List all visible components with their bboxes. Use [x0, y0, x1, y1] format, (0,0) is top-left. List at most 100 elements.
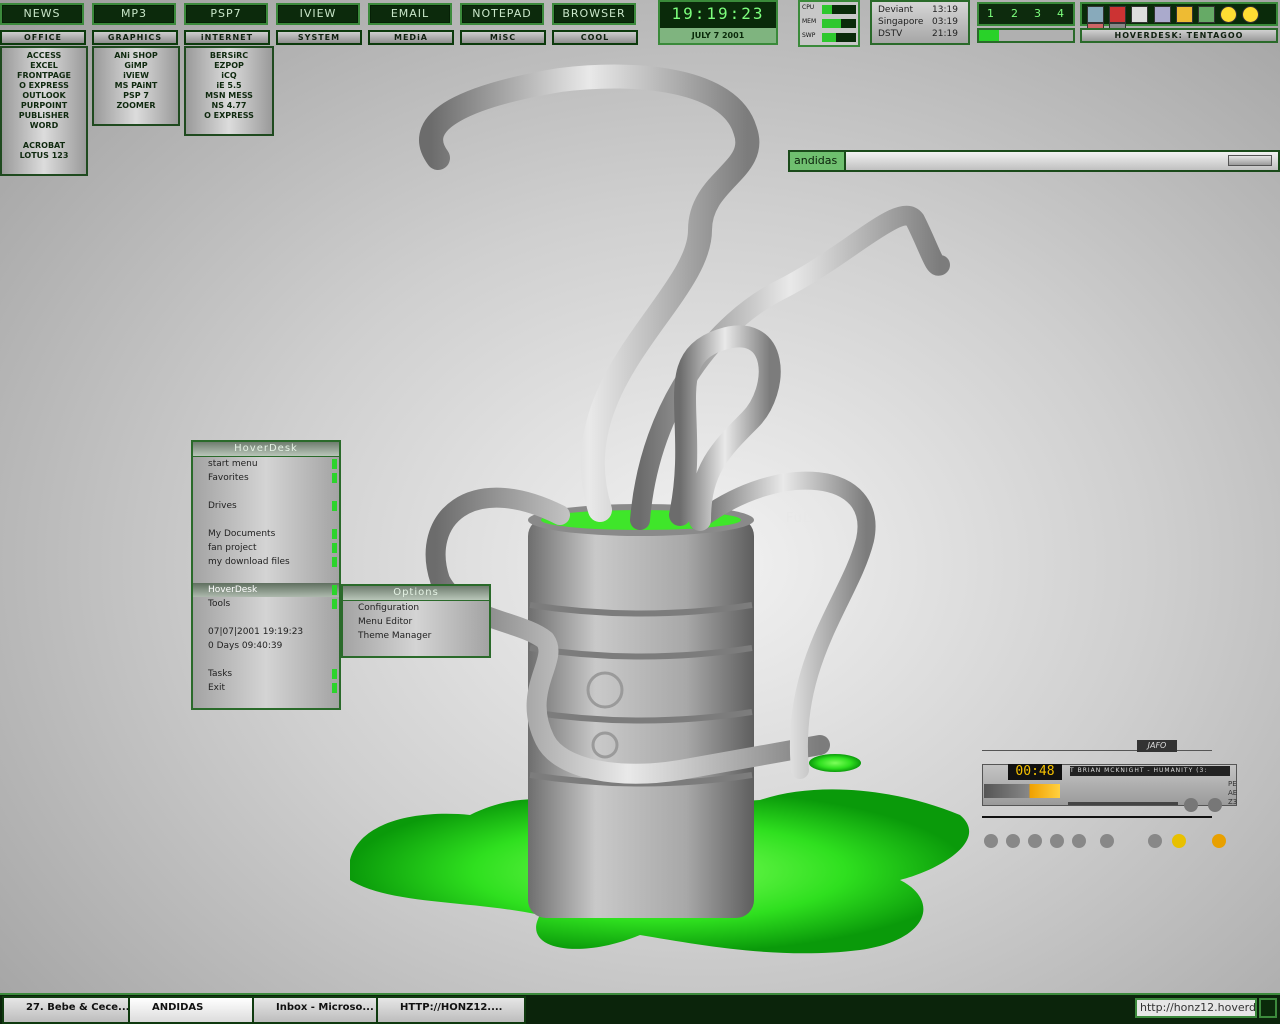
- smiley2-icon[interactable]: [1242, 6, 1260, 23]
- player-time: 00:48: [1008, 764, 1062, 780]
- desktop-3[interactable]: 3: [1034, 7, 1041, 20]
- address-bar[interactable]: andidas: [788, 150, 1280, 172]
- menu-item-my-download-files[interactable]: my download files: [193, 555, 339, 569]
- mp3-button[interactable]: MP3: [92, 3, 176, 25]
- menu-item-ezpop[interactable]: EZPOP: [186, 61, 272, 71]
- menu-item-ns477[interactable]: NS 4.77: [186, 101, 272, 111]
- menu-item-o-express[interactable]: O EXPRESS: [186, 111, 272, 121]
- player-track: T BRIAN MCKNIGHT - HUMANITY (3:: [1070, 766, 1230, 776]
- desktop-2[interactable]: 2: [1011, 7, 1018, 20]
- volume-icon[interactable]: [1131, 6, 1149, 23]
- shuffle-icon[interactable]: [1148, 834, 1162, 848]
- menu-item-ani-shop[interactable]: ANi SHOP: [94, 51, 178, 61]
- hoverdesk-title: HOVERDESK: TENTAGOO: [1080, 28, 1278, 43]
- shield-icon[interactable]: [1109, 6, 1127, 23]
- psp7-button[interactable]: PSP7: [184, 3, 268, 25]
- news-button[interactable]: NEWS: [0, 3, 84, 25]
- menu-item-ie55[interactable]: iE 5.5: [186, 81, 272, 91]
- lightning-icon[interactable]: [1212, 834, 1226, 848]
- menu-item-start-menu[interactable]: start menu: [193, 457, 339, 471]
- office-category-button[interactable]: OFFICE: [0, 30, 86, 45]
- network-icon[interactable]: [1087, 6, 1104, 23]
- seek-slider[interactable]: [1068, 802, 1178, 805]
- email-button[interactable]: EMAIL: [368, 3, 452, 25]
- system-category-button[interactable]: SYSTEM: [276, 30, 362, 45]
- hoverdesk-menu-items: start menu Favorites Drives My Documents fan…: [193, 457, 339, 695]
- submenu-arrow-icon: [332, 543, 337, 553]
- cool-category-button[interactable]: COOL: [552, 30, 638, 45]
- address-scroll-handle[interactable]: [1228, 155, 1272, 166]
- monitor-fill: [822, 5, 833, 14]
- submenu-arrow-icon: [332, 599, 337, 609]
- menu-item-acrobat[interactable]: ACROBAT: [2, 141, 86, 151]
- menu-item-publisher[interactable]: PUBLiSHER: [2, 111, 86, 121]
- misc-category-button[interactable]: MiSC: [460, 30, 546, 45]
- swp-bar: [822, 33, 856, 42]
- play-icon[interactable]: [1006, 834, 1020, 848]
- player-track-bar: [982, 816, 1212, 818]
- menu-item-o-express[interactable]: O EXPRESS: [2, 81, 86, 91]
- pause-icon[interactable]: [1028, 834, 1042, 848]
- submenu-arrow-icon: [332, 669, 337, 679]
- next-icon[interactable]: [1072, 834, 1086, 848]
- menu-item-icq[interactable]: iCQ: [186, 71, 272, 81]
- system-monitor: CPU MEM SWP: [798, 0, 860, 47]
- taskbar-scroll[interactable]: [1259, 998, 1277, 1018]
- monitor-fill: [822, 19, 841, 28]
- eject-icon[interactable]: [1100, 834, 1114, 848]
- menu-item-drives[interactable]: Drives: [193, 499, 339, 513]
- smiley-icon[interactable]: [1220, 6, 1238, 23]
- iview-button[interactable]: IVIEW: [276, 3, 360, 25]
- menu-item-excel[interactable]: EXCEL: [2, 61, 86, 71]
- menu-item-ms-paint[interactable]: MS PAiNT: [94, 81, 178, 91]
- menu-item-tasks[interactable]: Tasks: [193, 667, 339, 681]
- menu-item-menu-editor[interactable]: Menu Editor: [343, 615, 489, 629]
- task-button-browser[interactable]: HTTP://HONZ12....: [376, 996, 526, 1024]
- menu-item-exit[interactable]: Exit: [193, 681, 339, 695]
- internet-category-button[interactable]: iNTERNET: [184, 30, 270, 45]
- balance-icon[interactable]: [1184, 798, 1198, 812]
- menu-item-gimp[interactable]: GiMP: [94, 61, 178, 71]
- repeat-icon[interactable]: [1172, 834, 1186, 848]
- browser-button[interactable]: BROWSER: [552, 3, 636, 25]
- menu-item-favorites[interactable]: Favorites: [193, 471, 339, 485]
- clock-time: 19:19:23: [671, 4, 765, 23]
- submenu-arrow-icon: [332, 473, 337, 483]
- menu-item-frontpage[interactable]: FRONTPAGE: [2, 71, 86, 81]
- pen-icon[interactable]: [1153, 6, 1171, 23]
- menu-item-theme-manager[interactable]: Theme Manager: [343, 629, 489, 643]
- menu-icon[interactable]: [1208, 798, 1222, 812]
- menu-item-iview[interactable]: iViEW: [94, 71, 178, 81]
- city-singapore: Singapore: [878, 17, 924, 27]
- menu-item-word[interactable]: WORD: [2, 121, 86, 131]
- menu-item-tools[interactable]: Tools: [193, 597, 339, 611]
- menu-item-fan-project[interactable]: fan project: [193, 541, 339, 555]
- monitor-icon[interactable]: [1197, 6, 1215, 23]
- notepad-button[interactable]: NOTEPAD: [460, 3, 544, 25]
- menu-item-psp7[interactable]: PSP 7: [94, 91, 178, 101]
- graphics-category-button[interactable]: GRAPHICS: [92, 30, 178, 45]
- stop-icon[interactable]: [1050, 834, 1064, 848]
- desktop-4[interactable]: 4: [1057, 7, 1064, 20]
- menu-item-configuration[interactable]: Configuration: [343, 601, 489, 615]
- media-category-button[interactable]: MEDiA: [368, 30, 454, 45]
- clock-date: JULY 7 2001: [660, 28, 776, 43]
- submenu-arrow-icon: [332, 529, 337, 539]
- menu-item-msn-mess[interactable]: MSN MESS: [186, 91, 272, 101]
- menu-item-lotus-123[interactable]: LOTUS 123: [2, 151, 86, 161]
- prev-icon[interactable]: [984, 834, 998, 848]
- menu-item-purpoint[interactable]: PURPOINT: [2, 101, 86, 111]
- menu-item-my-documents[interactable]: My Documents: [193, 527, 339, 541]
- menu-item-0-days-09-40-39[interactable]: 0 Days 09:40:39: [193, 639, 339, 653]
- book-icon[interactable]: [1175, 6, 1193, 23]
- menu-item-bersirc[interactable]: BERSiRC: [186, 51, 272, 61]
- taskbar-url[interactable]: http://honz12.hoverdesk: [1135, 998, 1257, 1018]
- launcher-bar: NEWS MP3 PSP7 IVIEW EMAIL NOTEPAD BROWSE…: [0, 0, 660, 48]
- menu-item-access[interactable]: ACCESS: [2, 51, 86, 61]
- desktop-1[interactable]: 1: [987, 7, 994, 20]
- menu-item-hoverdesk[interactable]: HoverDesk: [193, 583, 339, 597]
- menu-item-outlook[interactable]: OUTLOOK: [2, 91, 86, 101]
- menu-item-zoomer[interactable]: ZOOMER: [94, 101, 178, 111]
- menu-item-07-07-2001-19-19-23[interactable]: 07|07|2001 19:19:23: [193, 625, 339, 639]
- desktop-pager: 1 2 3 4: [977, 2, 1075, 26]
